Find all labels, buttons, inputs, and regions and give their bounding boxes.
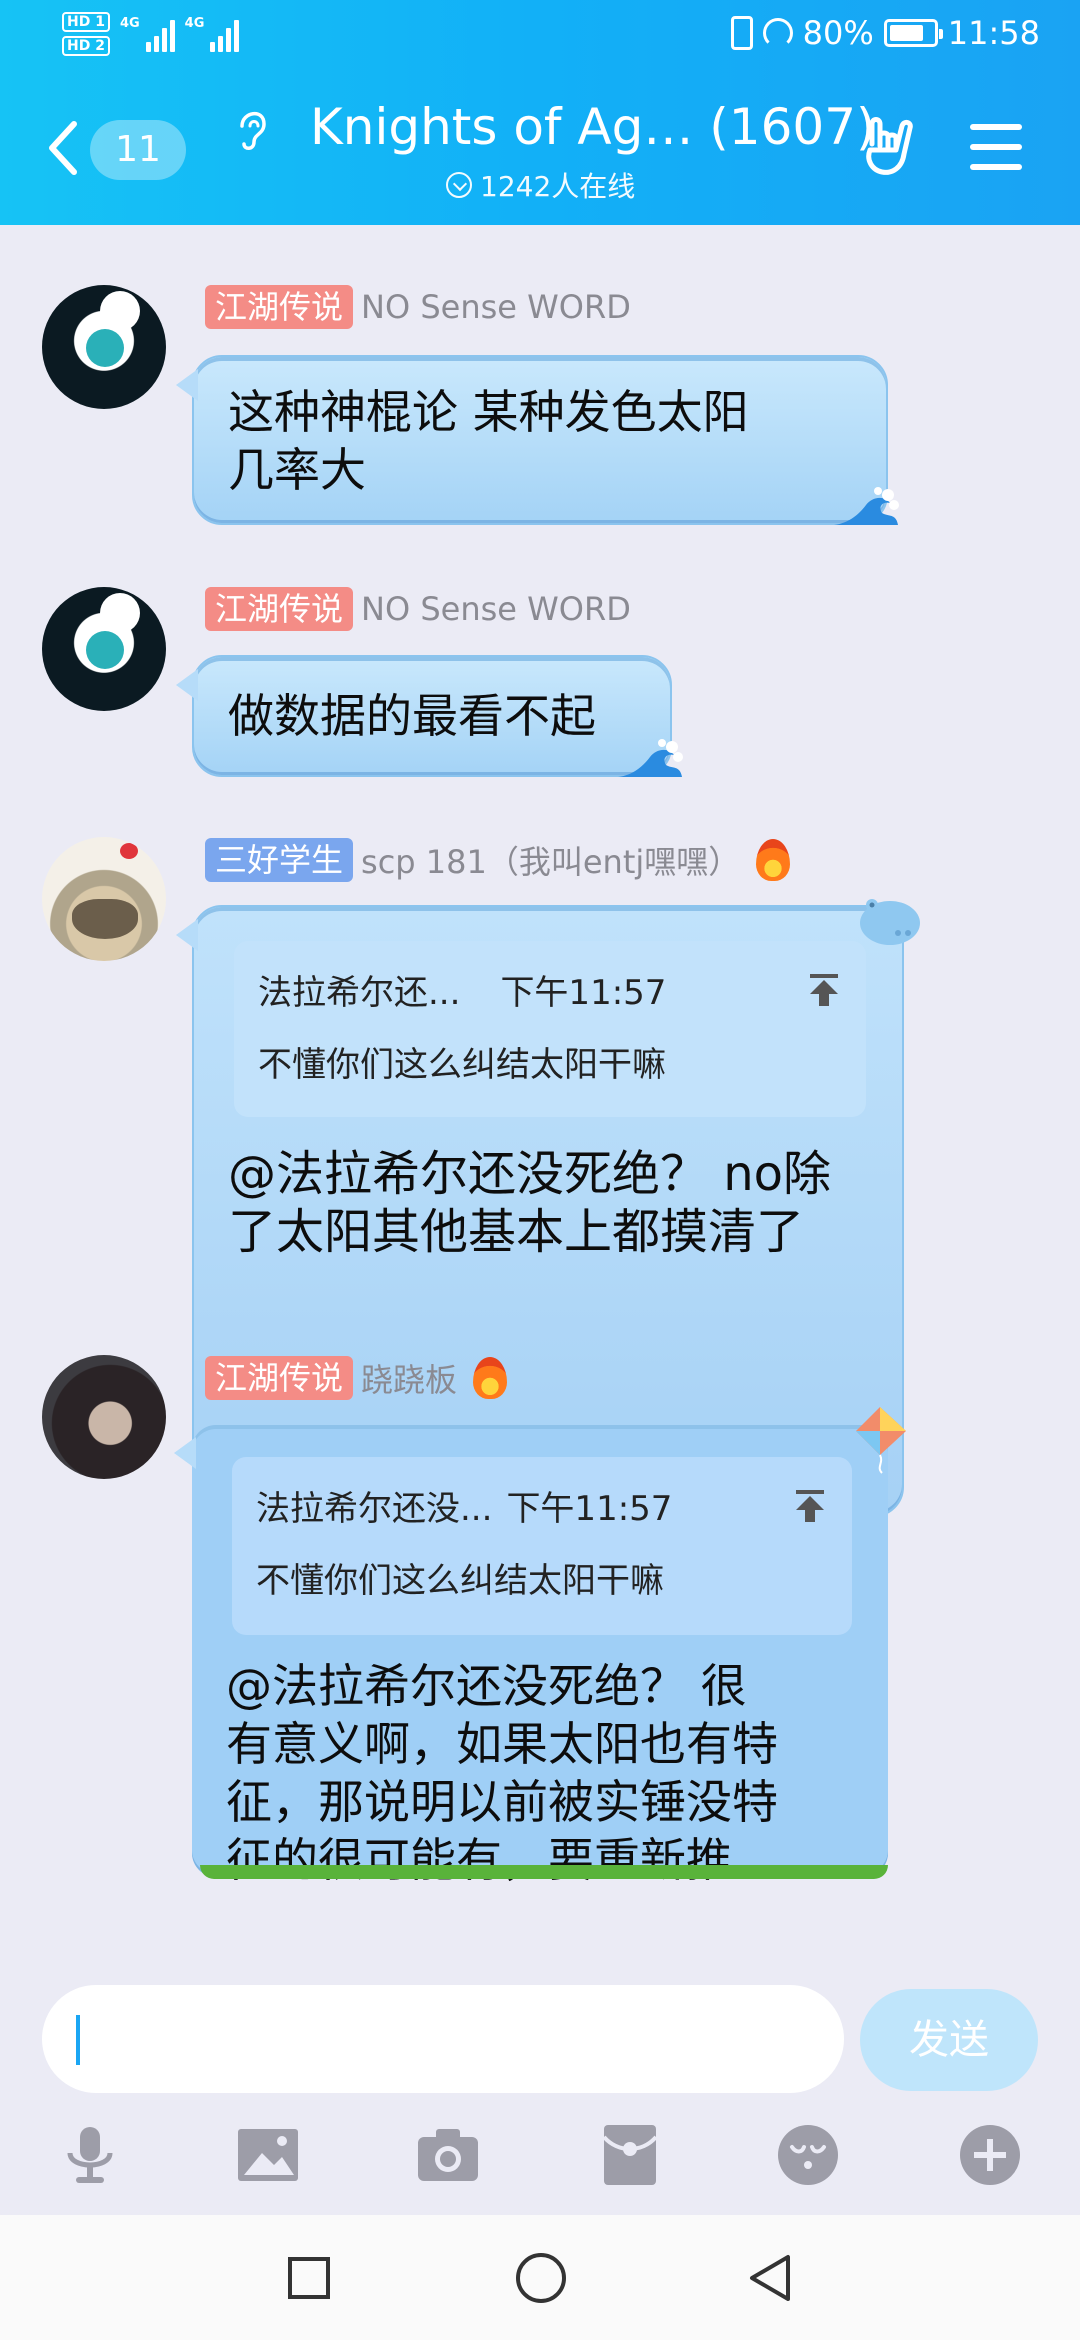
title-badge: 江湖传说 bbox=[205, 285, 354, 329]
message-text: @法拉希尔还没死绝？ 很 有意义啊，如果太阳也有特 征，那说明以前被实锤没特 征… bbox=[226, 1659, 778, 1887]
message-bubble[interactable]: 这种神棍论 某种发色太阳 几率大 bbox=[176, 355, 899, 525]
group-title[interactable]: Knights of Ag… (1607) bbox=[310, 98, 876, 156]
jump-to-top-icon[interactable] bbox=[792, 1486, 828, 1526]
back-chevron-icon[interactable] bbox=[44, 118, 80, 178]
quoted-time: 下午11:57 bbox=[500, 973, 667, 1013]
battery-icon bbox=[883, 19, 943, 47]
signal-bars-icon bbox=[145, 16, 175, 52]
network-type-2: 4G bbox=[184, 16, 205, 31]
title-badge: 江湖传说 bbox=[205, 1356, 354, 1400]
camera-icon[interactable] bbox=[416, 2123, 480, 2187]
kite-decoration-icon bbox=[856, 1407, 906, 1474]
hd2-label: HD 2 bbox=[62, 36, 110, 56]
chat-header: HD 1 HD 2 4G 4G 80% 11:58 11 Knights of … bbox=[0, 0, 1080, 225]
quoted-text: 不懂你们这么纠结太阳干嘛 bbox=[258, 1045, 666, 1085]
sender-row: 江湖传说 跷跷板 bbox=[205, 1355, 508, 1401]
message-list[interactable]: 江湖传说 NO Sense WORD 这种神棍论 某种发色太阳 几率大 江湖传说… bbox=[0, 225, 1080, 1985]
quoted-sender: 法拉希尔还没... bbox=[256, 1489, 493, 1529]
message-text: 这种神棍论 某种发色太阳 几率大 bbox=[228, 385, 749, 497]
sender-row: 江湖传说 NO Sense WORD bbox=[205, 285, 631, 329]
wave-decoration-icon bbox=[618, 739, 683, 777]
sender-name[interactable]: 跷跷板 bbox=[361, 1355, 457, 1401]
composer: 发送 bbox=[0, 1985, 1080, 2215]
ear-icon[interactable] bbox=[232, 104, 272, 152]
avatar[interactable] bbox=[42, 587, 166, 711]
fire-icon bbox=[756, 839, 791, 881]
status-right: 80% 11:58 bbox=[730, 14, 1040, 52]
fire-icon bbox=[473, 1357, 508, 1399]
system-navbar bbox=[0, 2215, 1080, 2340]
back-icon[interactable] bbox=[746, 2253, 794, 2303]
message-input[interactable] bbox=[42, 1985, 844, 2093]
signal-bars-2-icon bbox=[210, 16, 240, 52]
vibrate-icon bbox=[730, 16, 753, 50]
quoted-message[interactable]: 法拉希尔还... 下午11:57 不懂你们这么纠结太阳干嘛 bbox=[234, 941, 866, 1117]
quoted-message[interactable]: 法拉希尔还没... 下午11:57 不懂你们这么纠结太阳干嘛 bbox=[232, 1457, 852, 1635]
red-packet-icon[interactable] bbox=[598, 2123, 662, 2187]
message-bubble[interactable]: 做数据的最看不起 bbox=[176, 655, 683, 777]
plus-icon[interactable] bbox=[958, 2123, 1022, 2187]
microphone-icon[interactable] bbox=[58, 2123, 122, 2187]
emoji-icon[interactable] bbox=[776, 2123, 840, 2187]
chevron-down-icon bbox=[446, 172, 472, 198]
send-button[interactable]: 发送 bbox=[860, 1989, 1038, 2091]
sender-row: 江湖传说 NO Sense WORD bbox=[205, 587, 631, 631]
home-icon[interactable] bbox=[516, 2253, 566, 2303]
message-bubble[interactable]: 法拉希尔还没... 下午11:57 不懂你们这么纠结太阳干嘛 @法拉希尔还没死绝… bbox=[174, 1407, 906, 1887]
signal-group: HD 1 HD 2 4G 4G bbox=[62, 12, 240, 56]
data-saver-icon bbox=[762, 18, 793, 48]
message-text: @法拉希尔还没死绝？ no除 了太阳其他基本上都摸清了 bbox=[228, 1146, 832, 1260]
sender-name[interactable]: NO Sense WORD bbox=[361, 288, 631, 326]
quoted-time: 下午11:57 bbox=[506, 1489, 673, 1529]
title-badge: 江湖传说 bbox=[205, 587, 354, 631]
status-bar: HD 1 HD 2 4G 4G 80% 11:58 bbox=[0, 0, 1080, 72]
grass-decoration bbox=[200, 1865, 888, 1879]
rock-hand-icon[interactable] bbox=[862, 116, 920, 178]
quoted-text: 不懂你们这么纠结太阳干嘛 bbox=[256, 1561, 664, 1601]
hd1-label: HD 1 bbox=[62, 12, 110, 32]
menu-icon[interactable] bbox=[970, 124, 1022, 170]
avatar[interactable] bbox=[42, 1355, 166, 1479]
wave-decoration-icon bbox=[834, 487, 899, 525]
jump-to-top-icon[interactable] bbox=[806, 970, 842, 1010]
unread-count-badge[interactable]: 11 bbox=[90, 120, 186, 180]
composer-toolbar bbox=[0, 2105, 1080, 2205]
sender-name[interactable]: scp 181（我叫entj嘿嘿） bbox=[361, 837, 740, 883]
avatar[interactable] bbox=[42, 285, 166, 409]
online-text: 1242人在线 bbox=[480, 170, 636, 203]
network-type-1: 4G bbox=[119, 16, 140, 31]
image-icon[interactable] bbox=[236, 2123, 300, 2187]
battery-percent: 80% bbox=[802, 14, 874, 52]
clock: 11:58 bbox=[947, 14, 1040, 52]
avatar[interactable] bbox=[42, 837, 166, 961]
recent-apps-icon[interactable] bbox=[288, 2257, 330, 2299]
message-text: 做数据的最看不起 bbox=[228, 689, 596, 743]
sender-row: 三好学生 scp 181（我叫entj嘿嘿） bbox=[205, 837, 791, 883]
text-caret bbox=[76, 2015, 80, 2065]
title-badge: 三好学生 bbox=[205, 838, 354, 882]
sender-name[interactable]: NO Sense WORD bbox=[361, 590, 631, 628]
online-count[interactable]: 1242人在线 bbox=[446, 165, 635, 205]
quoted-sender: 法拉希尔还... bbox=[258, 973, 461, 1013]
